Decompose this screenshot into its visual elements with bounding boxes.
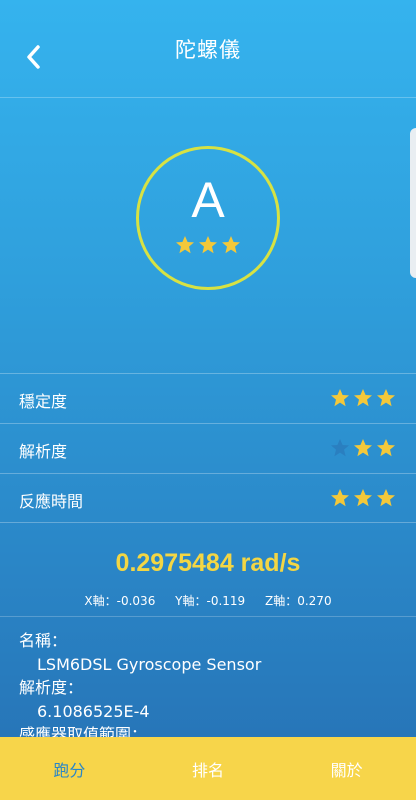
metric-stars <box>330 388 396 408</box>
tab-benchmark[interactable]: 跑分 <box>0 737 139 800</box>
metrics-list: 穩定度 解析度 反應時間 <box>0 373 416 523</box>
grade-badge: A <box>136 146 280 290</box>
metric-stars <box>330 488 396 508</box>
grade-stars <box>139 235 277 255</box>
star-filled-icon <box>377 439 395 457</box>
z-axis-value: Z軸：0.270 <box>265 594 332 608</box>
axis-readings: X軸：-0.036 Y軸：-0.119 Z軸：0.270 <box>0 592 416 609</box>
sensor-reading: 0.2975484 rad/s <box>115 549 301 577</box>
resolution-label: 解析度： <box>19 678 84 697</box>
tab-about[interactable]: 關於 <box>277 737 416 800</box>
side-scroll-handle[interactable] <box>410 128 416 278</box>
star-filled-icon <box>331 489 349 507</box>
tab-ranking[interactable]: 排名 <box>139 737 278 800</box>
star-filled-icon <box>354 389 372 407</box>
metric-row-stability: 穩定度 <box>0 373 416 423</box>
metric-label: 反應時間 <box>19 492 84 511</box>
star-filled-icon <box>331 389 349 407</box>
star-filled-icon <box>377 389 395 407</box>
star-filled-icon <box>354 489 372 507</box>
star-filled-icon <box>199 236 217 254</box>
metric-stars <box>330 438 396 458</box>
metric-label: 穩定度 <box>19 392 68 411</box>
name-value: LSM6DSL Gyroscope Sensor <box>37 654 262 674</box>
page-title: 陀螺儀 <box>175 38 241 62</box>
app-header: 陀螺儀 <box>0 0 416 98</box>
bottom-tab-bar: 跑分 排名 關於 <box>0 737 416 800</box>
star-empty-icon <box>331 439 349 457</box>
name-label: 名稱： <box>19 631 68 650</box>
sensor-info: 名稱： LSM6DSL Gyroscope Sensor 解析度： 6.1086… <box>19 629 261 747</box>
star-filled-icon <box>222 236 240 254</box>
divider <box>0 616 416 617</box>
metric-row-response-time: 反應時間 <box>0 473 416 523</box>
star-filled-icon <box>377 489 395 507</box>
y-axis-value: Y軸：-0.119 <box>175 594 246 608</box>
star-filled-icon <box>176 236 194 254</box>
star-filled-icon <box>354 439 372 457</box>
resolution-value: 6.1086525E-4 <box>37 701 150 721</box>
metric-row-resolution: 解析度 <box>0 423 416 473</box>
metric-label: 解析度 <box>19 442 68 461</box>
x-axis-value: X軸：-0.036 <box>84 594 156 608</box>
grade-letter: A <box>191 172 225 228</box>
